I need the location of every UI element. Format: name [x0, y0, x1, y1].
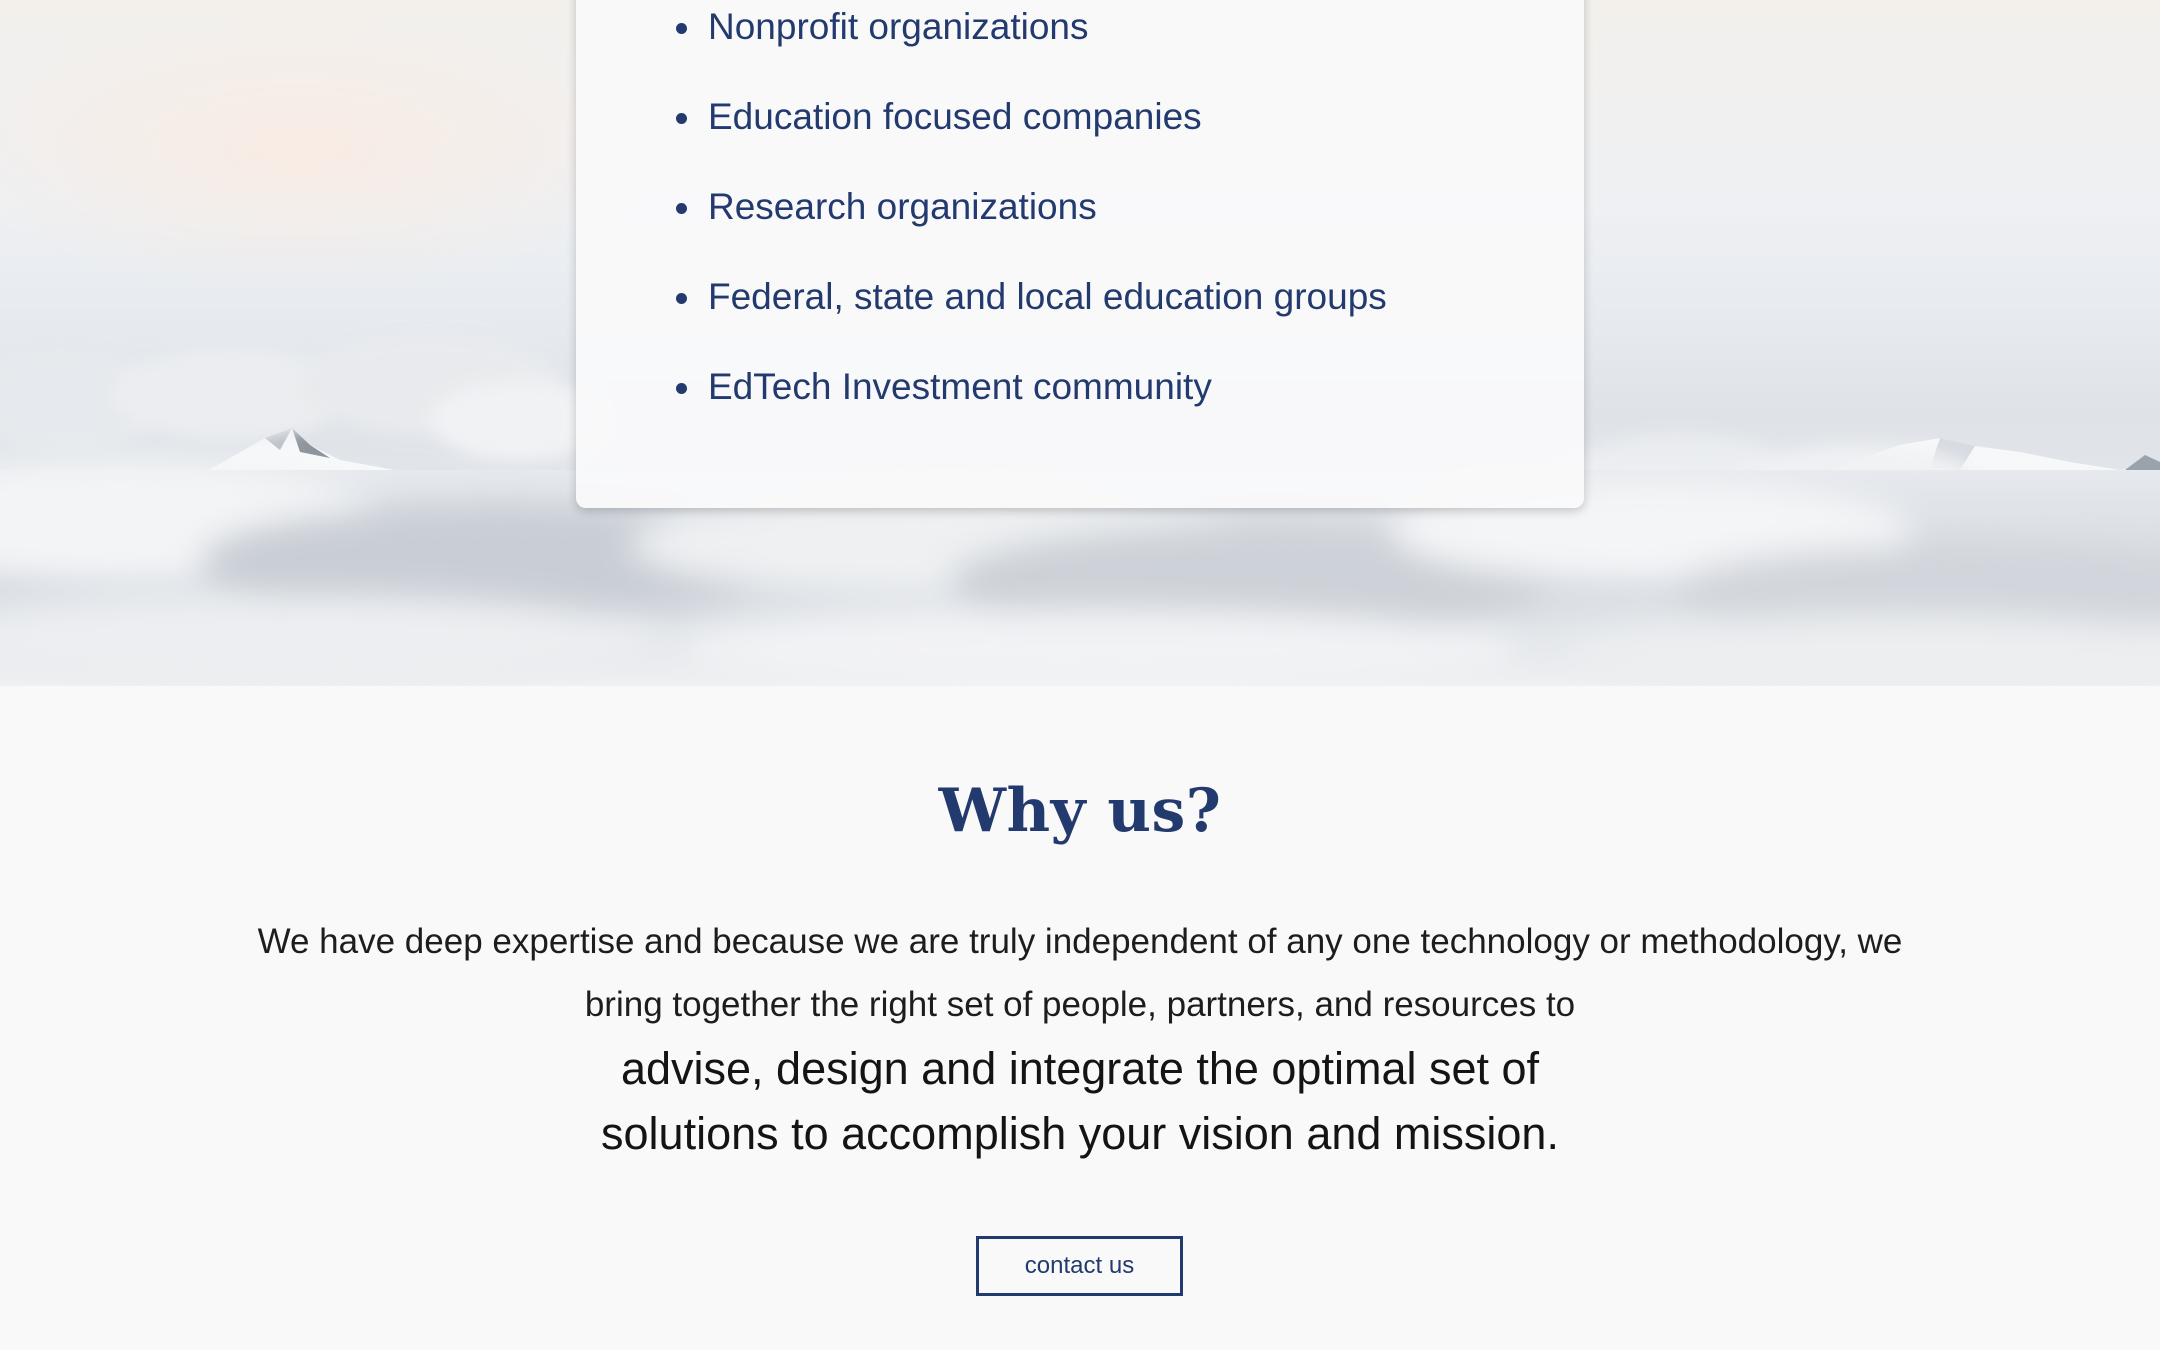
bullet-icon	[676, 23, 687, 34]
bullet-icon	[676, 383, 687, 394]
list-item-label: EdTech Investment community	[708, 366, 1212, 407]
hero-background: Nonprofit organizations Education focuse…	[0, 0, 2160, 686]
list-item: Research organizations	[676, 182, 1387, 272]
why-us-section: Why us? We have deep expertise and becau…	[0, 686, 2160, 1350]
audience-card: Nonprofit organizations Education focuse…	[576, 0, 1584, 508]
bullet-icon	[676, 113, 687, 124]
list-item-label: Education focused companies	[708, 96, 1202, 137]
list-item-label: Federal, state and local education group…	[708, 276, 1387, 317]
bullet-icon	[676, 293, 687, 304]
list-item: Nonprofit organizations	[676, 2, 1387, 92]
list-item: Education focused companies	[676, 92, 1387, 182]
section-emphasis: advise, design and integrate the optimal…	[400, 1036, 1760, 1166]
list-item-label: Research organizations	[708, 186, 1097, 227]
emphasis-line: solutions to accomplish your vision and …	[601, 1108, 1559, 1159]
list-item: EdTech Investment community	[676, 362, 1387, 452]
emphasis-line: advise, design and integrate the optimal…	[620, 1043, 1540, 1094]
section-body: We have deep expertise and because we ar…	[150, 910, 2010, 1036]
list-item-label: Nonprofit organizations	[708, 6, 1089, 47]
contact-us-button[interactable]: contact us	[976, 1236, 1183, 1296]
list-item: Federal, state and local education group…	[676, 272, 1387, 362]
section-title: Why us?	[938, 776, 1222, 846]
bullet-icon	[676, 203, 687, 214]
body-line: bring together the right set of people, …	[584, 985, 1576, 1024]
body-line: We have deep expertise and because we ar…	[257, 922, 1903, 961]
audience-list: Nonprofit organizations Education focuse…	[676, 2, 1387, 452]
